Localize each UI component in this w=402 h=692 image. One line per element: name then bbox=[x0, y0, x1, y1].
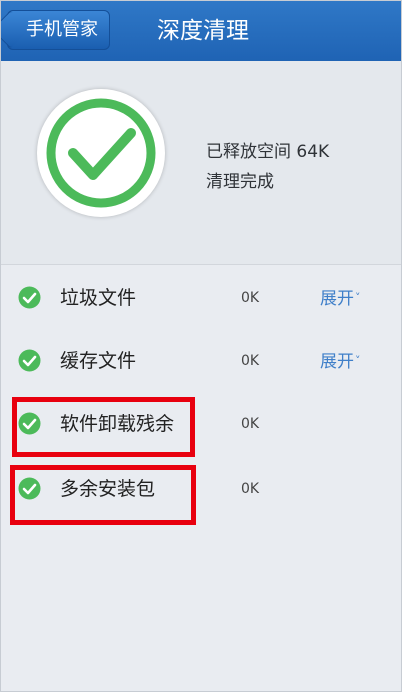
item-size: 0K bbox=[241, 416, 260, 432]
checked-icon bbox=[18, 286, 41, 309]
expand-link[interactable]: 展开˅ bbox=[320, 266, 361, 330]
app-frame: 手机管家 深度清理 已释放空间 64K 清理完成 垃圾文件 0K 展开˅ 缓存文… bbox=[0, 0, 402, 692]
clean-complete-check-icon bbox=[37, 89, 165, 217]
clean-summary-panel: 已释放空间 64K 清理完成 bbox=[1, 61, 401, 265]
clean-status-text: 清理完成 bbox=[206, 172, 274, 192]
expand-label: 展开 bbox=[320, 352, 354, 372]
item-size: 0K bbox=[241, 481, 260, 497]
item-size: 0K bbox=[241, 353, 260, 369]
expand-label: 展开 bbox=[320, 289, 354, 309]
chevron-down-icon: ˅ bbox=[355, 291, 361, 304]
chevron-down-icon: ˅ bbox=[355, 354, 361, 367]
summary-text: 已释放空间 64K 清理完成 bbox=[206, 137, 329, 197]
checked-icon bbox=[18, 349, 41, 372]
freed-space-text: 已释放空间 64K bbox=[206, 142, 330, 162]
item-size: 0K bbox=[241, 290, 260, 306]
highlight-box-redundant-packages bbox=[10, 465, 196, 525]
highlight-box-uninstall-residue bbox=[12, 397, 195, 457]
page-title: 深度清理 bbox=[157, 18, 249, 44]
list-item-junk-files[interactable]: 垃圾文件 0K 展开˅ bbox=[1, 266, 401, 330]
item-label: 缓存文件 bbox=[60, 350, 137, 372]
list-item-cache-files[interactable]: 缓存文件 0K 展开˅ bbox=[1, 329, 401, 393]
expand-link[interactable]: 展开˅ bbox=[320, 329, 361, 393]
app-header: 手机管家 深度清理 bbox=[1, 1, 401, 61]
item-label: 垃圾文件 bbox=[60, 287, 137, 309]
